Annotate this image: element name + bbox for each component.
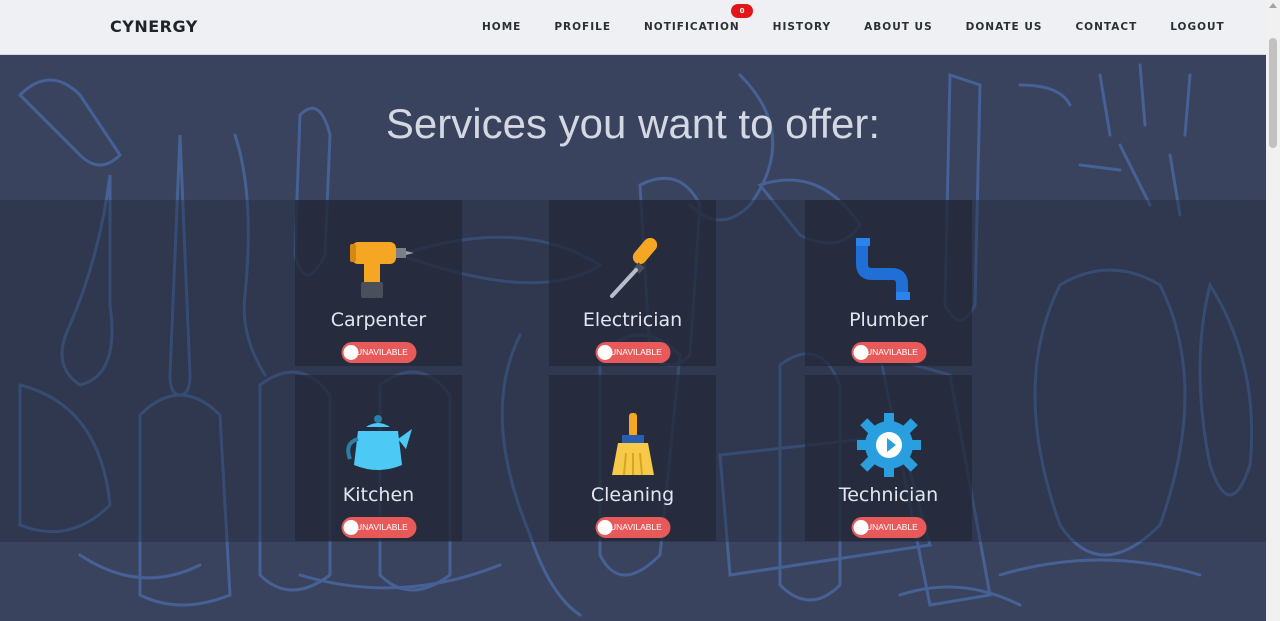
service-label: Plumber — [849, 309, 928, 331]
scroll-thumb[interactable] — [1269, 38, 1277, 148]
scroll-up-arrow-icon[interactable] — [1269, 3, 1277, 8]
service-label: Technician — [838, 484, 939, 506]
service-card-cleaning[interactable]: Cleaning UNAVILABLE — [549, 375, 716, 541]
kettle-icon — [345, 415, 412, 470]
nav-contact[interactable]: CONTACT — [1075, 21, 1137, 33]
service-label: Electrician — [582, 309, 683, 331]
availability-toggle[interactable]: UNAVILABLE — [341, 517, 416, 538]
nav-about-us[interactable]: ABOUT US — [864, 21, 933, 33]
pipe-icon — [855, 238, 910, 300]
toggle-status-text: UNAVILABLE — [610, 347, 662, 357]
nav-profile[interactable]: PROFILE — [554, 21, 611, 33]
top-navbar: CYNERGY HOME PROFILE NOTIFICATION 0 HIST… — [0, 0, 1266, 55]
service-card-plumber[interactable]: Plumber UNAVILABLE — [805, 200, 972, 366]
nav-history[interactable]: HISTORY — [773, 21, 831, 33]
nav-logout[interactable]: LOGOUT — [1170, 21, 1224, 33]
nav-notification[interactable]: NOTIFICATION 0 — [644, 4, 753, 33]
page-scrollbar[interactable] — [1266, 0, 1280, 621]
availability-toggle[interactable]: UNAVILABLE — [851, 517, 926, 538]
page-title: Services you want to offer: — [385, 100, 881, 147]
service-card-carpenter[interactable]: Carpenter UNAVILABLE — [295, 200, 462, 366]
toggle-status-text: UNAVILABLE — [866, 522, 918, 532]
service-label: Cleaning — [590, 484, 675, 506]
service-label: Kitchen — [342, 484, 415, 506]
gear-icon — [856, 413, 921, 477]
screwdriver-icon — [609, 238, 657, 298]
nav-home[interactable]: HOME — [482, 21, 521, 33]
service-label: Carpenter — [330, 309, 427, 331]
drill-icon — [349, 242, 414, 298]
broom-icon — [611, 413, 654, 476]
toggle-status-text: UNAVILABLE — [866, 347, 918, 357]
toggle-status-text: UNAVILABLE — [356, 522, 408, 532]
availability-toggle[interactable]: UNAVILABLE — [341, 342, 416, 363]
brand-logo[interactable]: CYNERGY — [110, 17, 198, 36]
nav-donate-us[interactable]: DONATE US — [966, 21, 1043, 33]
service-card-electrician[interactable]: Electrician UNAVILABLE — [549, 200, 716, 366]
nav-notification-label: NOTIFICATION — [644, 21, 740, 33]
availability-toggle[interactable]: UNAVILABLE — [595, 342, 670, 363]
toggle-status-text: UNAVILABLE — [356, 347, 408, 357]
toggle-status-text: UNAVILABLE — [610, 522, 662, 532]
service-card-technician[interactable]: Technician UNAVILABLE — [805, 375, 972, 541]
nav-links: HOME PROFILE NOTIFICATION 0 HISTORY ABOU… — [482, 4, 1225, 33]
service-card-kitchen[interactable]: Kitchen UNAVILABLE — [295, 375, 462, 541]
availability-toggle[interactable]: UNAVILABLE — [851, 342, 926, 363]
notification-count-badge: 0 — [731, 4, 753, 18]
availability-toggle[interactable]: UNAVILABLE — [595, 517, 670, 538]
